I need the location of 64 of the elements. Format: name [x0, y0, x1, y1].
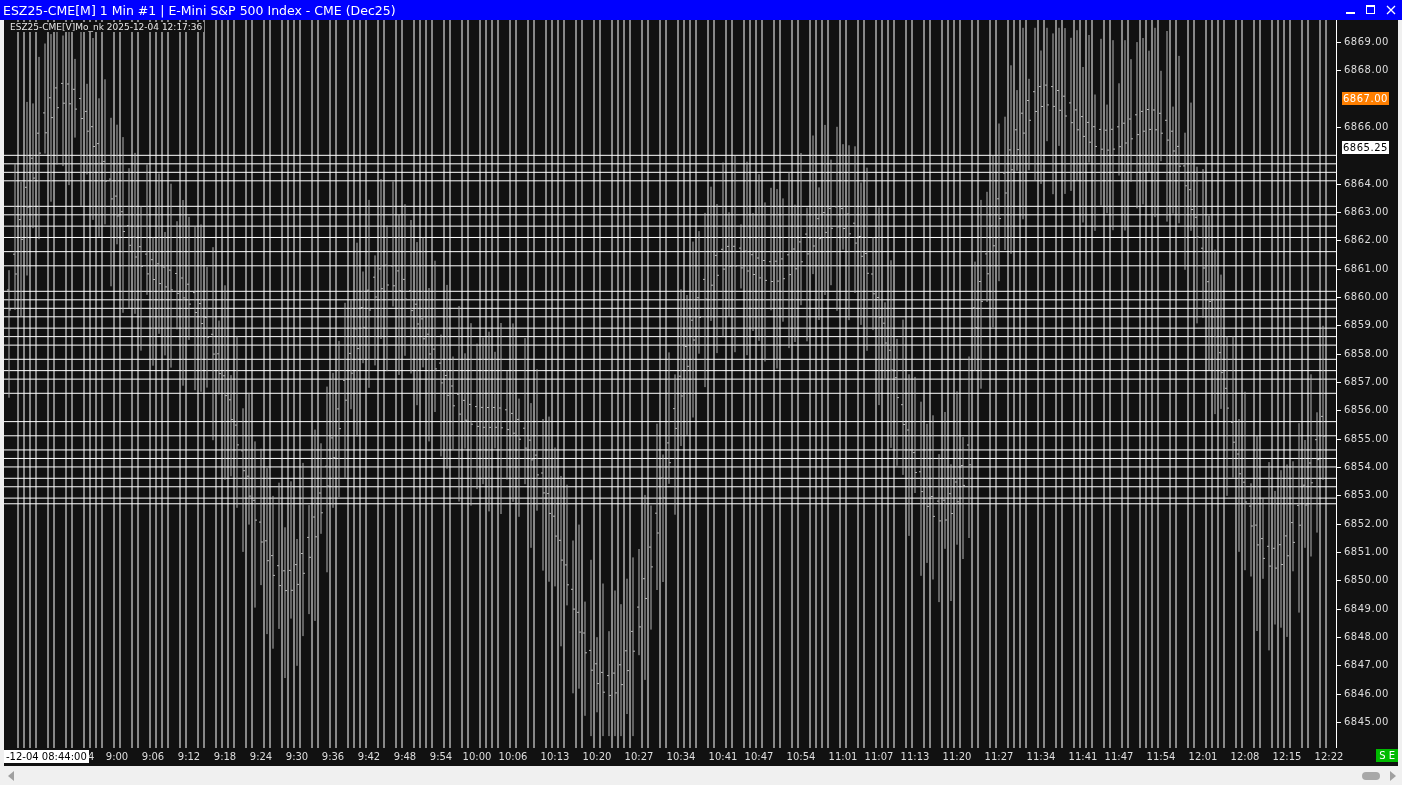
price-label: 6847.00 — [1344, 659, 1389, 672]
price-label: 6852.00 — [1344, 517, 1389, 530]
time-label: 12:08 — [1229, 751, 1261, 762]
time-label: 11:27 — [983, 751, 1015, 762]
time-label: 11:41 — [1067, 751, 1099, 762]
time-label: 10:54 — [785, 751, 817, 762]
price-label: 6849.00 — [1344, 602, 1389, 615]
price-label: 6859.00 — [1344, 319, 1389, 332]
time-label: 9:30 — [284, 751, 310, 762]
price-label: 6853.00 — [1344, 489, 1389, 502]
time-label: 12:15 — [1271, 751, 1303, 762]
close-icon[interactable] — [1386, 5, 1396, 15]
price-label: 6869.00 — [1344, 36, 1389, 48]
price-label: 6868.00 — [1344, 64, 1389, 77]
time-label: 9:06 — [140, 751, 166, 762]
price-label: 6858.00 — [1344, 347, 1389, 360]
price-marker: 6865.25 — [1342, 141, 1389, 155]
price-label: 6860.00 — [1344, 290, 1389, 303]
time-label: 9:24 — [248, 751, 274, 762]
time-label: 11:13 — [899, 751, 931, 762]
time-label: 12:22 — [1313, 751, 1345, 762]
window-title: ESZ25-CME[M] 1 Min #1 | E-Mini S&P 500 Index - CME (Dec25) — [3, 2, 396, 18]
time-label: 9:48 — [392, 751, 418, 762]
time-label: 10:41 — [707, 751, 739, 762]
time-label: 9:54 — [428, 751, 454, 762]
price-marker: 6867.00 — [1342, 91, 1389, 105]
time-label: 11:34 — [1025, 751, 1057, 762]
maximize-icon[interactable] — [1366, 5, 1376, 15]
time-label: 12:01 — [1187, 751, 1219, 762]
price-label: 6845.00 — [1344, 715, 1389, 728]
price-label: 6856.00 — [1344, 404, 1389, 417]
time-label: 9:00 — [104, 751, 130, 762]
price-label: 6846.00 — [1344, 687, 1389, 700]
time-label: 10:13 — [539, 751, 571, 762]
price-label: 6855.00 — [1344, 432, 1389, 445]
time-label: 9:12 — [176, 751, 202, 762]
price-label: 6851.00 — [1344, 545, 1389, 558]
time-label: 11:47 — [1103, 751, 1135, 762]
time-label: 10:06 — [497, 751, 529, 762]
price-label: 6848.00 — [1344, 630, 1389, 643]
price-label: 6854.00 — [1344, 460, 1389, 473]
time-label: 10:27 — [623, 751, 655, 762]
price-label: 6863.00 — [1344, 205, 1389, 218]
time-label: 10:20 — [581, 751, 613, 762]
scroll-thumb[interactable] — [1362, 771, 1380, 780]
time-label: 10:47 — [743, 751, 775, 762]
price-label: 6866.00 — [1344, 121, 1389, 133]
price-label: 6861.00 — [1344, 262, 1389, 275]
time-label: 9:18 — [212, 751, 238, 762]
time-label: 9:42 — [356, 751, 382, 762]
status-badge: S E — [1376, 749, 1398, 762]
time-label: 10:34 — [665, 751, 697, 762]
price-label: 6850.00 — [1344, 574, 1389, 587]
time-label: 11:07 — [863, 751, 895, 762]
price-label: 6862.00 — [1344, 234, 1389, 247]
time-cursor-label: -12-04 08:44:00 — [4, 750, 89, 763]
time-label: 10:00 — [461, 751, 493, 762]
price-label: 6864.00 — [1344, 177, 1389, 190]
time-label: 9:36 — [320, 751, 346, 762]
chart-info-text: ESZ25-CME[V]Mo_nk 2025-12-04 12:17:36 — [8, 22, 205, 32]
time-label: 11:01 — [827, 751, 859, 762]
time-label: 11:54 — [1145, 751, 1177, 762]
time-label: 11:20 — [941, 751, 973, 762]
price-label: 6857.00 — [1344, 375, 1389, 388]
